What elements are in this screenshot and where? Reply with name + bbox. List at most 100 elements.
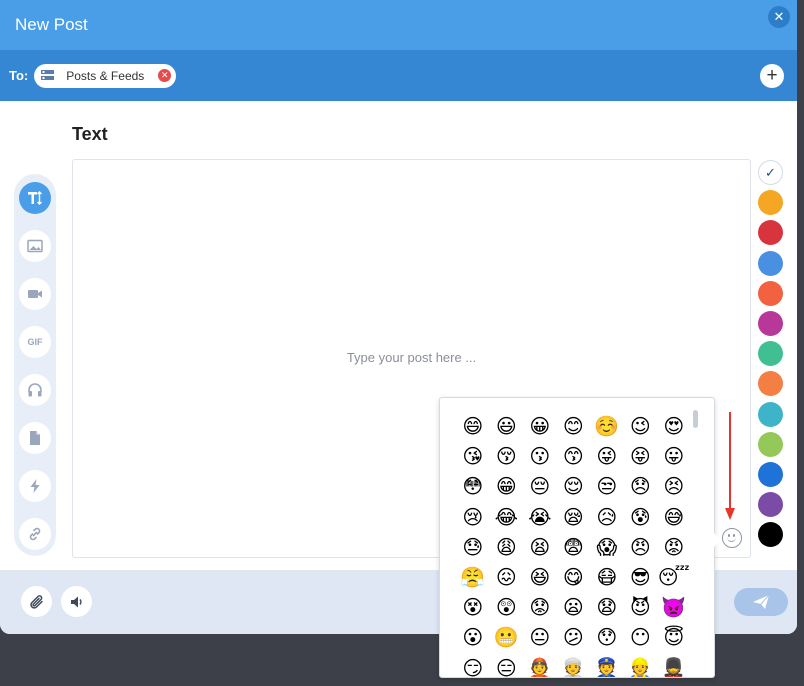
recipient-chip[interactable]: Posts & Feeds ✕ [34, 63, 177, 88]
color-swatch[interactable] [758, 190, 783, 216]
attach-button[interactable] [21, 586, 52, 617]
close-button[interactable]: ✕ [768, 6, 790, 28]
emoji-item[interactable]: 😫 [523, 533, 557, 563]
audio-type-button[interactable] [19, 374, 51, 406]
emoji-item[interactable]: 😣 [657, 472, 691, 502]
emoji-item[interactable]: 😒 [590, 472, 624, 502]
link-type-button[interactable] [19, 518, 51, 550]
emoji-item[interactable]: 😞 [624, 472, 658, 502]
emoji-item[interactable]: 😝 [624, 442, 658, 472]
emoji-item[interactable]: 😥 [590, 503, 624, 533]
emoji-item[interactable]: 😚 [490, 442, 524, 472]
emoji-item[interactable]: 😓 [456, 533, 490, 563]
color-swatch[interactable] [758, 341, 783, 367]
emoji-item[interactable]: 😗 [523, 442, 557, 472]
emoji-item[interactable]: 👮 [590, 654, 624, 678]
emoji-item[interactable]: 😵 [456, 593, 490, 623]
send-button[interactable] [734, 588, 788, 616]
emoji-item[interactable]: 😅 [657, 503, 691, 533]
link-icon [29, 527, 41, 541]
emoji-item[interactable]: ☺️ [590, 412, 624, 442]
emoji-item[interactable]: 😜 [590, 442, 624, 472]
emoji-item[interactable]: 😋 [557, 563, 591, 593]
gif-type-button[interactable]: GIF [19, 326, 51, 358]
emoji-item[interactable]: 😐 [523, 623, 557, 653]
color-swatch[interactable] [758, 522, 783, 548]
color-swatch-selected[interactable]: ✓ [758, 160, 783, 185]
emoji-item[interactable]: 😶 [624, 623, 658, 653]
color-swatch[interactable] [758, 462, 783, 487]
emoji-item[interactable]: 😠 [624, 533, 658, 563]
color-swatch[interactable] [758, 492, 783, 518]
emoji-panel-scrollbar[interactable] [693, 410, 698, 428]
emoji-item[interactable]: 😈 [624, 593, 658, 623]
gif-icon: GIF [27, 337, 43, 347]
feed-icon [41, 70, 55, 80]
emoji-item[interactable]: 😁 [490, 472, 524, 502]
emoji-item[interactable]: 😡 [657, 533, 691, 563]
emoji-item[interactable]: 😘 [456, 442, 490, 472]
emoji-item[interactable]: 😧 [590, 593, 624, 623]
emoji-item[interactable]: 😪 [557, 503, 591, 533]
remove-icon[interactable]: ✕ [158, 69, 172, 82]
emoji-item[interactable]: 😷 [590, 563, 624, 593]
emoji-item[interactable]: 😯 [590, 623, 624, 653]
emoji-item[interactable]: 😂 [490, 503, 524, 533]
emoji-item[interactable]: 😄 [456, 412, 490, 442]
emoji-item[interactable]: 😳 [456, 472, 490, 502]
emoji-item[interactable]: 😮 [456, 623, 490, 653]
color-swatch[interactable] [758, 220, 783, 246]
video-type-button[interactable] [19, 278, 51, 310]
emoji-item[interactable]: 😀 [523, 412, 557, 442]
emoji-item[interactable]: 😤 [456, 563, 490, 593]
color-swatch[interactable] [758, 250, 783, 276]
emoji-picker-button[interactable] [722, 528, 742, 548]
text-type-button[interactable] [19, 182, 51, 214]
emoji-item[interactable]: 👷 [624, 654, 658, 678]
emoji-item[interactable]: 😑 [490, 654, 524, 678]
emoji-item[interactable]: 😦 [557, 593, 591, 623]
emoji-item[interactable]: 😱 [590, 533, 624, 563]
emoji-item[interactable]: 😉 [624, 412, 658, 442]
emoji-item[interactable]: 👿 [657, 593, 691, 623]
emoji-item[interactable]: 😃 [490, 412, 524, 442]
emoji-item[interactable]: 😢 [456, 503, 490, 533]
modal-title: New Post [15, 15, 88, 34]
add-recipient-button[interactable]: + [760, 64, 784, 88]
emoji-item[interactable]: 😏 [456, 654, 490, 678]
document-type-button[interactable] [19, 422, 51, 454]
color-swatch[interactable] [758, 371, 783, 397]
emoji-item[interactable]: 😲 [490, 593, 524, 623]
flash-type-button[interactable] [19, 470, 51, 502]
emoji-item[interactable]: 😨 [557, 533, 591, 563]
emoji-item[interactable]: 😬 [490, 623, 524, 653]
emoji-item[interactable]: 😰 [624, 503, 658, 533]
image-type-button[interactable] [19, 230, 51, 262]
emoji-item[interactable]: 👳 [557, 654, 591, 678]
emoji-item[interactable]: 👲 [523, 654, 557, 678]
emoji-item[interactable]: 😙 [557, 442, 591, 472]
color-swatch[interactable] [758, 311, 783, 336]
emoji-item[interactable]: 😊 [557, 412, 591, 442]
post-type-toolbar: GIF [14, 174, 56, 556]
text-format-icon [28, 191, 42, 205]
color-swatch[interactable] [758, 431, 783, 457]
emoji-item[interactable]: 😟 [523, 593, 557, 623]
emoji-item[interactable]: 😕 [557, 623, 591, 653]
emoji-item[interactable]: 😍 [657, 412, 691, 442]
emoji-item[interactable]: 😭 [523, 503, 557, 533]
emoji-item[interactable]: 😖 [490, 563, 524, 593]
emoji-item[interactable]: 💂 [657, 654, 691, 678]
emoji-item[interactable]: 😛 [657, 442, 691, 472]
emoji-item[interactable]: 😔 [523, 472, 557, 502]
emoji-item[interactable]: 😌 [557, 472, 591, 502]
emoji-item[interactable]: 😆 [523, 563, 557, 593]
color-swatch[interactable] [758, 280, 783, 306]
emoji-item[interactable]: 😇 [657, 623, 691, 653]
emoji-item[interactable]: 😩 [490, 533, 524, 563]
emoji-grid: 😄 😃 😀 😊 ☺️ 😉 😍 😘 😚 😗 😙 😜 😝 😛 😳 😁 😔 😌 😒 😞 😣 😢 😂 😭 😪 😥 😰 😅 😓 😩 😫 😨 😱 😠 😡 😤 😖 😆 😋… [456, 412, 696, 678]
audio-button[interactable] [61, 586, 92, 617]
color-swatch[interactable] [758, 401, 783, 427]
emoji-item[interactable]: 😴 [657, 563, 691, 593]
emoji-item[interactable]: 😎 [624, 563, 658, 593]
